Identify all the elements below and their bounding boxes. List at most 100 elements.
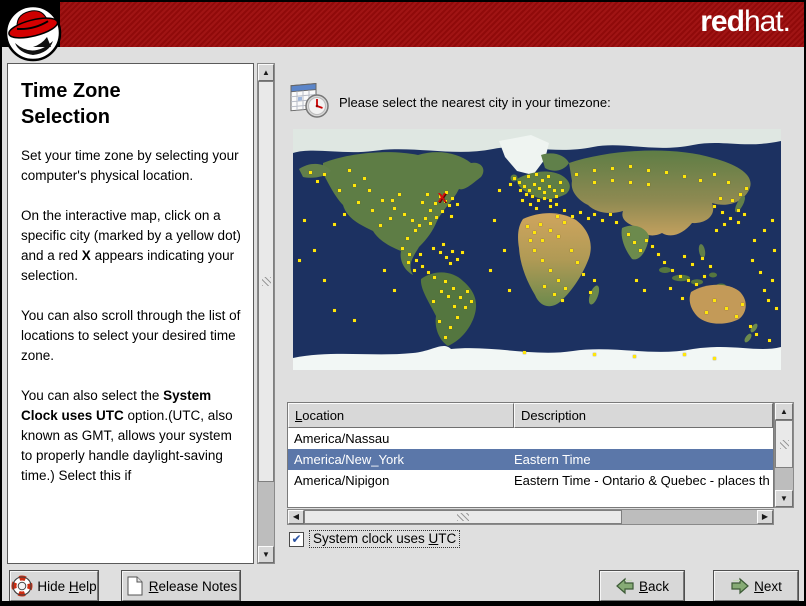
city-dot[interactable] xyxy=(407,261,410,264)
city-dot[interactable] xyxy=(773,249,776,252)
city-dot[interactable] xyxy=(450,215,453,218)
city-dot[interactable] xyxy=(466,290,469,293)
city-dot[interactable] xyxy=(316,180,319,183)
city-dot[interactable] xyxy=(403,213,406,216)
city-dot[interactable] xyxy=(459,296,462,299)
city-dot[interactable] xyxy=(509,183,512,186)
city-dot[interactable] xyxy=(651,245,654,248)
city-dot[interactable] xyxy=(531,195,534,198)
city-dot[interactable] xyxy=(563,221,566,224)
city-dot[interactable] xyxy=(543,191,546,194)
city-dot[interactable] xyxy=(639,249,642,252)
city-dot[interactable] xyxy=(489,269,492,272)
city-dot[interactable] xyxy=(593,353,596,356)
city-dot[interactable] xyxy=(303,219,306,222)
city-dot[interactable] xyxy=(743,213,746,216)
table-vertical-scrollbar[interactable]: ▲ ▼ xyxy=(774,402,794,508)
city-dot[interactable] xyxy=(432,247,435,250)
release-notes-button[interactable]: Release Notes xyxy=(122,571,240,601)
city-dot[interactable] xyxy=(309,171,312,174)
city-dot[interactable] xyxy=(513,177,516,180)
city-dot[interactable] xyxy=(703,275,706,278)
city-dot[interactable] xyxy=(298,259,301,262)
city-dot[interactable] xyxy=(759,271,762,274)
city-dot[interactable] xyxy=(745,187,748,190)
city-dot[interactable] xyxy=(579,211,582,214)
city-dot[interactable] xyxy=(719,197,722,200)
city-dot[interactable] xyxy=(419,253,422,256)
help-scrollbar-thumb[interactable] xyxy=(258,81,274,482)
city-dot[interactable] xyxy=(523,185,526,188)
city-dot[interactable] xyxy=(547,175,550,178)
city-dot[interactable] xyxy=(645,239,648,242)
city-dot[interactable] xyxy=(435,216,438,219)
city-dot[interactable] xyxy=(549,199,552,202)
city-dot[interactable] xyxy=(343,213,346,216)
city-dot[interactable] xyxy=(523,351,526,354)
back-button[interactable]: Back xyxy=(600,571,684,601)
help-scrollbar[interactable]: ▲ ▼ xyxy=(257,63,275,564)
city-dot[interactable] xyxy=(444,336,447,339)
city-dot[interactable] xyxy=(535,173,538,176)
city-dot[interactable] xyxy=(383,269,386,272)
city-dot[interactable] xyxy=(633,355,636,358)
city-dot[interactable] xyxy=(548,185,551,188)
city-dot[interactable] xyxy=(701,257,704,260)
city-dot[interactable] xyxy=(771,219,774,222)
city-dot[interactable] xyxy=(593,181,596,184)
city-dot[interactable] xyxy=(433,276,436,279)
city-dot[interactable] xyxy=(737,221,740,224)
city-dot[interactable] xyxy=(406,237,409,240)
help-scroll-down-button[interactable]: ▼ xyxy=(258,546,274,563)
city-dot[interactable] xyxy=(456,203,459,206)
city-dot[interactable] xyxy=(442,243,445,246)
city-dot[interactable] xyxy=(519,189,522,192)
city-dot[interactable] xyxy=(391,199,394,202)
next-button[interactable]: Next xyxy=(714,571,798,601)
city-dot[interactable] xyxy=(561,299,564,302)
city-dot[interactable] xyxy=(440,290,443,293)
city-dot[interactable] xyxy=(587,217,590,220)
city-dot[interactable] xyxy=(527,175,530,178)
city-dot[interactable] xyxy=(456,316,459,319)
city-dot[interactable] xyxy=(683,353,686,356)
city-dot[interactable] xyxy=(521,199,524,202)
city-dot[interactable] xyxy=(570,249,573,252)
city-dot[interactable] xyxy=(549,229,552,232)
city-dot[interactable] xyxy=(393,289,396,292)
city-dot[interactable] xyxy=(424,217,427,220)
city-dot[interactable] xyxy=(493,219,496,222)
city-dot[interactable] xyxy=(432,300,435,303)
city-dot[interactable] xyxy=(535,207,538,210)
city-dot[interactable] xyxy=(426,193,429,196)
city-dot[interactable] xyxy=(683,175,686,178)
table-row[interactable]: America/Nipigon Eastern Time - Ontario &… xyxy=(288,470,773,491)
city-dot[interactable] xyxy=(629,165,632,168)
city-dot[interactable] xyxy=(348,169,351,172)
city-dot[interactable] xyxy=(411,219,414,222)
city-dot[interactable] xyxy=(699,179,702,182)
city-dot[interactable] xyxy=(691,263,694,266)
city-dot[interactable] xyxy=(763,289,766,292)
city-dot[interactable] xyxy=(444,280,447,283)
city-dot[interactable] xyxy=(353,184,356,187)
table-scroll-down-button[interactable]: ▼ xyxy=(775,490,793,507)
city-dot[interactable] xyxy=(528,189,531,192)
city-dot[interactable] xyxy=(647,183,650,186)
city-dot[interactable] xyxy=(456,258,459,261)
table-scroll-right-button[interactable]: ▶ xyxy=(757,510,773,524)
city-dot[interactable] xyxy=(576,261,579,264)
city-dot[interactable] xyxy=(555,203,558,206)
city-dot[interactable] xyxy=(368,189,371,192)
city-dot[interactable] xyxy=(731,199,734,202)
city-dot[interactable] xyxy=(768,339,771,342)
city-dot[interactable] xyxy=(665,171,668,174)
city-dot[interactable] xyxy=(398,193,401,196)
city-dot[interactable] xyxy=(563,209,566,212)
hide-help-button[interactable]: Hide Help xyxy=(10,571,98,601)
city-dot[interactable] xyxy=(413,269,416,272)
city-dot[interactable] xyxy=(687,279,690,282)
city-dot[interactable] xyxy=(713,205,716,208)
city-dot[interactable] xyxy=(609,213,612,216)
city-dot[interactable] xyxy=(421,201,424,204)
